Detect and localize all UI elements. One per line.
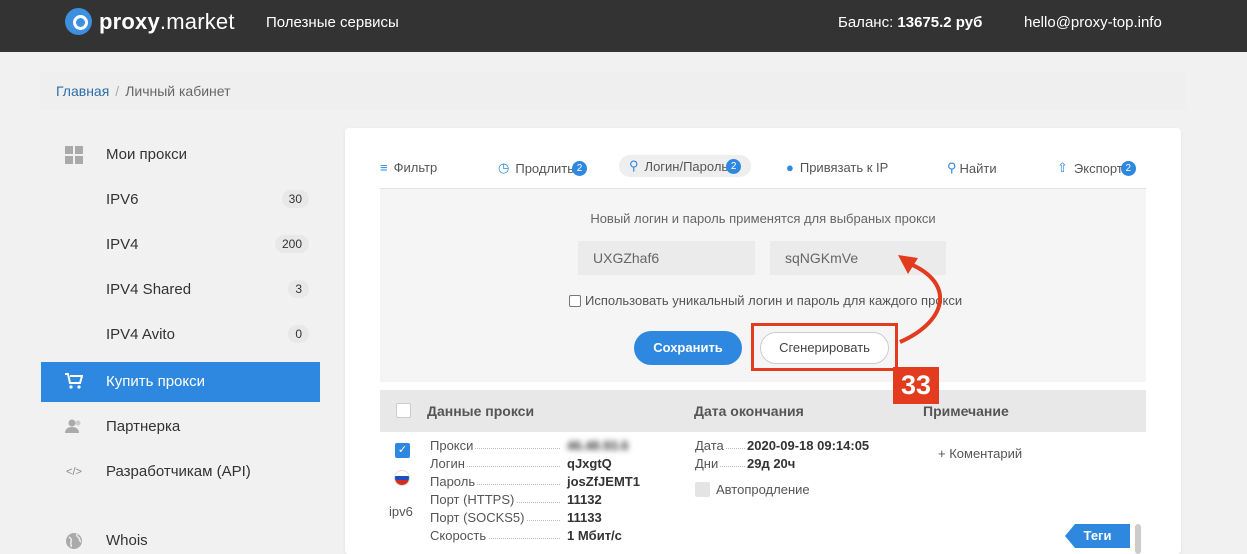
logo-text: proxy.market [99, 8, 235, 34]
https-port-field: Порт (HTTPS) 11132 [430, 492, 602, 507]
proxy-table: Данные прокси Дата окончания Примечание … [380, 390, 1146, 554]
autorenew-checkbox[interactable] [695, 482, 710, 497]
logo-icon [65, 8, 92, 35]
proxy-address[interactable]: 46.48.93.6 [567, 438, 628, 453]
autorenew-option[interactable]: Автопродление [695, 482, 810, 497]
table-row: ✓ ipv6 Прокси 46.48.93.6 Логин qJxgtQ Паро… [380, 432, 1146, 554]
breadcrumb-separator: / [115, 83, 120, 99]
row-checkbox[interactable]: ✓ [395, 443, 410, 458]
new-login-input[interactable] [578, 241, 755, 275]
sidebar-item-my-proxies[interactable]: Мои прокси [41, 133, 320, 178]
speed-value: 1 Мбит/с [567, 528, 622, 543]
users-icon [65, 418, 83, 436]
sidebar-item-ipv4-avito[interactable]: IPV4 Avito 0 [41, 313, 320, 358]
count-badge: 2 [572, 160, 588, 176]
expiry-date-field: Дата 2020-09-18 09:14:05 [695, 438, 870, 453]
key-icon: ⚲ [629, 158, 639, 173]
sidebar-item-whois[interactable]: Whois [41, 519, 320, 554]
count-badge: 3 [288, 280, 309, 298]
useful-services-link[interactable]: Полезные сервисы [266, 14, 399, 31]
annotation-arrow-icon [898, 255, 943, 344]
user-email-menu[interactable]: hello@proxy-top.info [1024, 14, 1162, 31]
proxy-field: Прокси 46.48.93.6 [430, 438, 629, 453]
filter-icon: ≡ [380, 160, 388, 175]
sidebar-item-ipv4[interactable]: IPV4 200 [41, 223, 320, 268]
code-icon: </> [66, 466, 82, 478]
socks-port-value[interactable]: 11133 [567, 510, 602, 525]
sidebar: Мои прокси IPV6 30 IPV4 200 IPV4 Shared … [41, 133, 320, 554]
https-port-value[interactable]: 11132 [567, 492, 602, 507]
upload-icon: ⇧ [1057, 160, 1068, 175]
count-badge: 0 [288, 325, 309, 343]
grid-icon [65, 146, 83, 164]
column-header-note[interactable]: Примечание [923, 403, 1009, 419]
find-button[interactable]: ⚲ Найти [947, 160, 997, 176]
breadcrumb-home[interactable]: Главная [56, 83, 109, 99]
extend-button[interactable]: ◷ Продлить 2 [498, 160, 588, 176]
breadcrumb: Главная / Личный кабинет [40, 72, 1185, 110]
sidebar-item-ipv4-shared[interactable]: IPV4 Shared 3 [41, 268, 320, 313]
credentials-generator: Новый логин и пароль применятся для выбр… [380, 188, 1146, 382]
generator-hint: Новый логин и пароль применятся для выбр… [590, 211, 936, 226]
step-number-badge: 33 [893, 367, 939, 404]
add-comment-link[interactable]: + Коментарий [938, 446, 1022, 461]
balance: Баланс: 13675.2 руб [838, 14, 983, 31]
save-button[interactable]: Сохранить [634, 331, 742, 365]
ip-type: ipv6 [389, 504, 413, 519]
pin-icon: ● [786, 160, 794, 175]
main-panel: ≡ Фильтр ◷ Продлить 2 ⚲ Логин/Пароль 2 ● Привя… [345, 128, 1181, 554]
action-toolbar: ≡ Фильтр ◷ Продлить 2 ⚲ Логин/Пароль 2 ● Привя… [345, 152, 1181, 186]
login-password-button[interactable]: ⚲ Логин/Пароль 2 [619, 155, 752, 177]
login-field: Логин qJxgtQ [430, 456, 612, 471]
filter-button[interactable]: ≡ Фильтр [380, 160, 437, 175]
search-icon: ⚲ [947, 160, 957, 175]
days-left-field: Дни 29д 20ч [695, 456, 796, 471]
russia-flag-icon [394, 470, 410, 486]
clock-icon: ◷ [498, 160, 510, 175]
column-header-expiry[interactable]: Дата окончания [694, 403, 804, 419]
table-header: Данные прокси Дата окончания Примечание [380, 390, 1146, 432]
sidebar-item-ipv6[interactable]: IPV6 30 [41, 178, 320, 223]
export-button[interactable]: ⇧ Экспорт 2 [1057, 160, 1136, 176]
login-value[interactable]: qJxgtQ [567, 456, 612, 471]
socks-port-field: Порт (SOCKS5) 11133 [430, 510, 602, 525]
select-all-checkbox[interactable] [396, 403, 411, 418]
count-badge: 2 [1120, 160, 1136, 176]
sidebar-item-buy-proxies[interactable]: Купить прокси [41, 362, 320, 402]
globe-icon [65, 532, 83, 550]
unique-credentials-checkbox[interactable] [569, 294, 581, 307]
password-field: Пароль josZfJEMT1 [430, 474, 640, 489]
balance-value: 13675.2 руб [897, 14, 983, 31]
cart-icon [65, 373, 84, 391]
speed-field: Скорость 1 Мбит/с [430, 528, 622, 543]
breadcrumb-current: Личный кабинет [125, 83, 231, 99]
count-badge: 200 [274, 235, 309, 253]
column-header-data[interactable]: Данные прокси [427, 403, 534, 419]
scrollbar[interactable] [1135, 524, 1141, 554]
top-bar: proxy.market Полезные сервисы Баланс: 13… [0, 0, 1247, 52]
password-value[interactable]: josZfJEMT1 [567, 474, 640, 489]
bind-ip-button[interactable]: ● Привязать к IP [786, 160, 888, 175]
logo[interactable]: proxy.market [65, 8, 235, 35]
generate-highlight-frame [751, 323, 898, 371]
sidebar-item-partner[interactable]: Партнерка [41, 405, 320, 450]
sidebar-item-api[interactable]: </> Разработчикам (API) [41, 450, 320, 495]
count-badge: 2 [726, 158, 742, 174]
tags-button[interactable]: Теги [1065, 524, 1130, 548]
count-badge: 30 [281, 190, 309, 208]
